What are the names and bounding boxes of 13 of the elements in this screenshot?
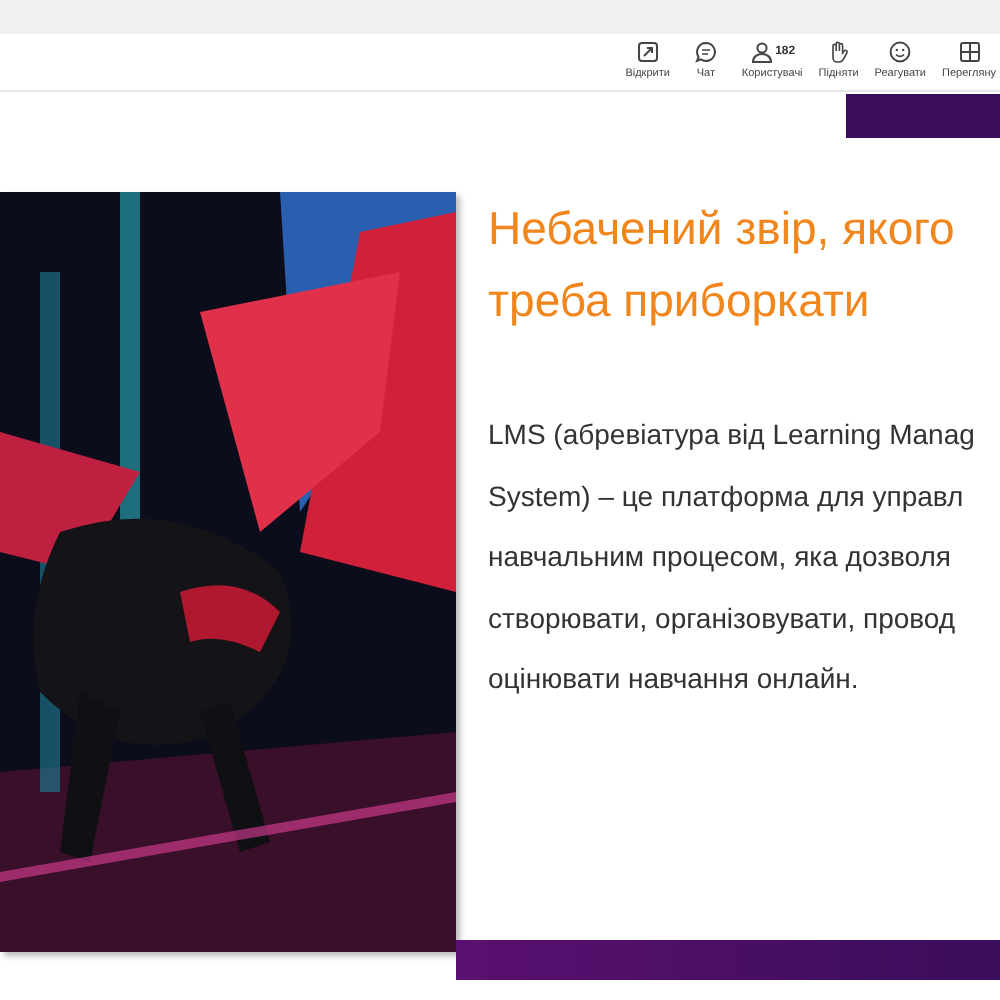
slide-title: треба приборкати [488, 272, 872, 330]
slide-text: навчальним процесом, яка дозволя [488, 538, 953, 576]
chat-icon [693, 40, 718, 64]
slide-text: LMS (абревіатура від Learning Manag [488, 416, 977, 454]
slide-title: Небачений звір, якого [488, 200, 957, 258]
slide-text: створювати, організовувати, провод [488, 599, 958, 638]
slide-text: System) – це платформа для управл [488, 477, 966, 516]
grid-icon [957, 40, 981, 64]
slide-text: оцінювати навчання онлайн. [488, 660, 861, 698]
hand-icon [826, 40, 851, 64]
smiley-icon [888, 40, 913, 64]
share-screen-icon [635, 40, 660, 64]
people-icon [749, 40, 774, 64]
